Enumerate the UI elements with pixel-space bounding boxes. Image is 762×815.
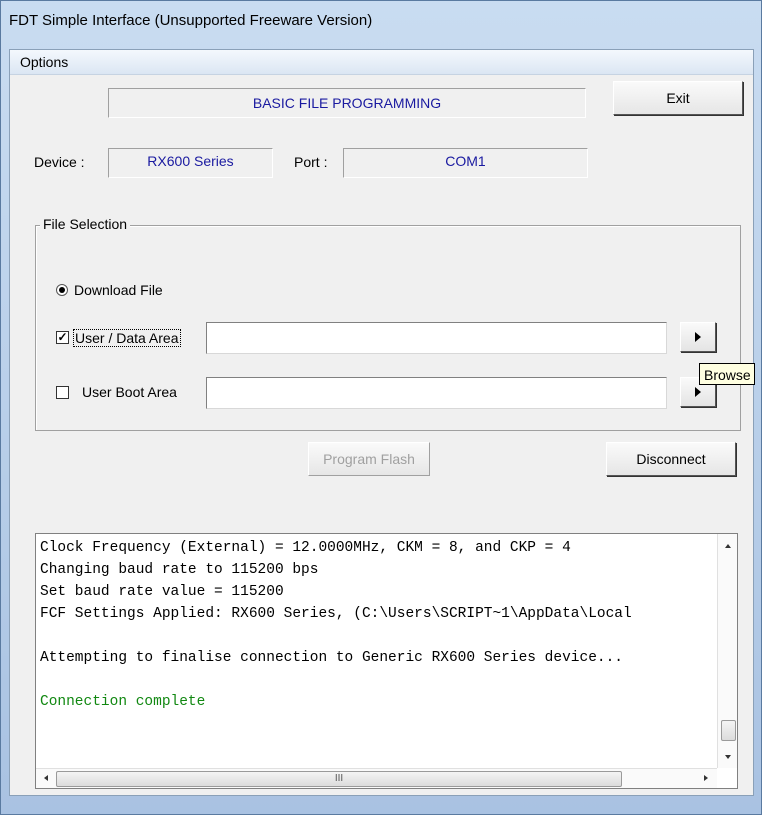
log-vertical-scrollbar[interactable] [717,534,737,768]
user-data-area-label[interactable]: User / Data Area [73,329,181,347]
scroll-down-icon[interactable] [725,755,731,759]
log-line: Clock Frequency (External) = 12.0000MHz,… [40,540,571,556]
port-label: Port : [294,154,328,170]
log-line: FCF Settings Applied: RX600 Series, (C:\… [40,606,632,622]
port-value: COM1 [445,153,486,169]
menu-options[interactable]: Options [20,54,68,70]
exit-button[interactable]: Exit [613,81,743,115]
device-label: Device : [34,154,85,170]
device-display: RX600 Series [108,148,273,178]
horizontal-scroll-thumb[interactable]: III [56,771,622,787]
log-horizontal-scrollbar[interactable]: III [36,768,717,788]
log-line: Connection complete [40,694,206,710]
title-bar[interactable]: FDT Simple Interface (Unsupported Freewa… [1,1,761,41]
download-file-radio[interactable] [56,284,68,296]
menu-bar: Options [10,50,753,75]
scroll-left-icon[interactable] [44,775,48,781]
arrow-right-icon [695,387,701,397]
user-boot-area-label[interactable]: User Boot Area [82,384,177,400]
download-file-label[interactable]: Download File [74,282,163,298]
log-line: Set baud rate value = 115200 [40,584,284,600]
user-boot-area-checkbox[interactable] [56,386,69,399]
device-value: RX600 Series [147,153,234,169]
app-window: FDT Simple Interface (Unsupported Freewa… [0,0,762,815]
client-area: Options BASIC FILE PROGRAMMING Exit Devi… [9,49,754,796]
scroll-right-icon[interactable] [704,775,708,781]
user-boot-area-path-input[interactable] [206,377,667,409]
radio-dot [59,287,65,293]
browse-tooltip: Browse f [699,363,755,385]
scroll-grip: III [334,773,344,784]
window-title: FDT Simple Interface (Unsupported Freewa… [9,12,373,29]
mode-label: BASIC FILE PROGRAMMING [252,95,442,111]
file-selection-title: File Selection [40,216,131,232]
user-data-area-path-input[interactable] [206,322,667,354]
mode-display: BASIC FILE PROGRAMMING [108,88,586,118]
program-flash-button[interactable]: Program Flash [308,442,430,476]
disconnect-button[interactable]: Disconnect [606,442,736,476]
vertical-scroll-thumb[interactable] [721,720,736,741]
user-data-area-checkbox[interactable]: ✓ [56,331,69,344]
browse-tooltip-text: Browse f [704,367,755,383]
log-line: Attempting to finalise connection to Gen… [40,650,623,666]
user-data-area-browse-button[interactable] [680,322,716,352]
arrow-right-icon [695,332,701,342]
log-output[interactable]: Clock Frequency (External) = 12.0000MHz,… [35,533,738,789]
scroll-up-icon[interactable] [725,544,731,548]
port-display: COM1 [343,148,588,178]
log-line: Changing baud rate to 115200 bps [40,562,319,578]
